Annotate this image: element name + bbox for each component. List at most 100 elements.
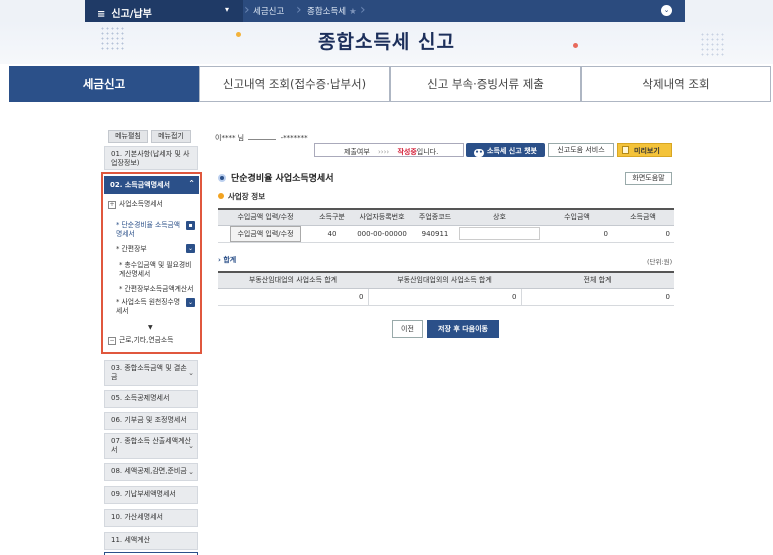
submit-status: 제출여부 ›››› 작성중입니다.	[314, 143, 464, 157]
revenue-cell: 0	[542, 225, 612, 243]
income-cell: 0	[612, 225, 674, 243]
chevron-down-icon[interactable]: ⌄	[188, 369, 194, 378]
breadcrumb-item-income-tax[interactable]: 종합소득세 ★	[307, 0, 357, 22]
top-nav-bar: ≡ 신고/납부 ▾ › 세금신고 › 종합소득세 ★ › ⌄	[0, 0, 773, 24]
tab-deleted-history[interactable]: 삭제내역 조회	[581, 66, 771, 102]
screen-help-button[interactable]: 화면도움말	[625, 172, 672, 185]
favorite-star-icon[interactable]: ★	[349, 7, 357, 17]
save-next-button[interactable]: 저장 후 다음이동	[427, 320, 499, 338]
status-label: 제출여부	[344, 148, 370, 156]
chevron-down-icon[interactable]: ⌄	[186, 244, 195, 253]
column-header: 사업자등록번호	[351, 209, 413, 226]
sidebar-item-prepaid-tax[interactable]: 09. 기납부세액명세서	[104, 486, 198, 504]
sidebar-item-donations[interactable]: 06. 기부금 및 조정명세서	[104, 412, 198, 430]
sidebar-item-tax-credits[interactable]: 08. 세액공제,감면,준비금 ⌄	[104, 463, 198, 481]
user-name: 이**** 님	[215, 134, 245, 142]
column-header: 전체 합계	[521, 272, 674, 289]
caret-down-icon[interactable]: ▾	[225, 5, 229, 14]
sidebar-item-penalty-tax[interactable]: 10. 가산세명세서	[104, 509, 198, 527]
income-type-cell: 40	[313, 225, 351, 243]
expand-toggle-icon[interactable]: +	[108, 201, 116, 209]
sidebar-sub-business-income[interactable]: 사업소득명세서	[119, 200, 163, 209]
breadcrumb-separator-icon: ›	[244, 2, 250, 18]
chat-bubble-icon: ••	[474, 149, 484, 157]
breadcrumb-label: 종합소득세	[307, 7, 347, 17]
page-header: 종합소득세 신고	[0, 22, 773, 64]
breadcrumb-item-tax-report[interactable]: 세금신고	[253, 0, 284, 22]
user-info: 이**** 님 -*******	[215, 133, 308, 143]
preview-button[interactable]: 미리보기	[617, 143, 672, 157]
sidebar-sub-revenue-expense[interactable]: * 총수입금액 및 필요경비 계산명세서	[119, 261, 199, 279]
column-header: 상호	[457, 209, 542, 226]
section-title: 단순경비율 사업소득명세서	[218, 171, 334, 184]
help-service-button[interactable]: 신고도움 서비스	[548, 143, 614, 157]
menu-title-button[interactable]: ≡ 신고/납부	[85, 0, 243, 22]
menu-title-text: 신고/납부	[111, 9, 152, 20]
column-header: 수입금액 입력/수정	[218, 209, 313, 226]
sidebar-sub-withholding[interactable]: * 사업소득 원천징수명세서	[116, 298, 186, 316]
industry-code-cell: 940911	[413, 225, 457, 243]
sidebar-item-income-statement[interactable]: 02. 소득금액명세서 ⌃	[104, 176, 199, 194]
sidebar-sub-simple-expense[interactable]: * 단순경비율 소득금액명세서	[116, 221, 186, 239]
chevron-down-icon[interactable]: ⌄	[186, 298, 195, 307]
table-row: 0 0 0	[218, 288, 674, 306]
subsection-title-text: 사업장 정보	[228, 192, 266, 201]
status-value: 작성중	[397, 148, 417, 156]
table-cell: 수입금액 입력/수정	[218, 225, 313, 243]
sidebar-sub-ledger-calc[interactable]: * 간편장부소득금액계산서	[119, 285, 199, 294]
sidebar-item-total-income[interactable]: 03. 종합소득금액 및 결손금 ⌄	[104, 360, 198, 386]
company-name-field[interactable]	[459, 227, 540, 240]
chevron-up-icon[interactable]: ⌃	[188, 179, 195, 188]
tab-attachments[interactable]: 신고 부속·증빙서류 제출	[390, 66, 581, 102]
total-cell: 0	[218, 288, 369, 306]
edit-icon[interactable]: ▪	[186, 221, 195, 230]
sidebar-item-label: 03. 종합소득금액 및 결손금	[111, 364, 187, 381]
hamburger-icon: ≡	[97, 9, 106, 20]
sidebar-item-tax-computation[interactable]: 07. 종합소득 산출세액계산서 ⌄	[104, 433, 198, 459]
column-header: 소득구분	[313, 209, 351, 226]
sidebar-sub-simple-ledger[interactable]: * 간편장부	[116, 245, 147, 254]
bullet-icon	[218, 174, 226, 182]
section-title-text: 단순경비율 사업소득명세서	[231, 174, 334, 184]
tab-report-history[interactable]: 신고내역 조회(접수증·납부서)	[199, 66, 390, 102]
tab-tax-report[interactable]: 세금신고	[9, 66, 199, 102]
previous-button[interactable]: 이전	[392, 320, 423, 338]
chevron-down-icon[interactable]: ⌄	[661, 5, 672, 16]
total-table: 부동산임대업의 사업소득 합계 부동산임대업외의 사업소득 합계 전체 합계 0…	[218, 271, 674, 306]
breadcrumb-separator-icon: ›	[360, 2, 366, 18]
edit-revenue-button[interactable]: 수입금액 입력/수정	[230, 225, 301, 242]
status-arrows: ››››	[378, 148, 392, 156]
total-cell: 0	[521, 288, 674, 306]
chevron-down-icon[interactable]: ⌄	[188, 468, 194, 477]
document-icon	[622, 146, 629, 154]
sidebar-sub-wage-income[interactable]: 근로,기타,연금소득	[119, 336, 173, 345]
bullet-icon	[218, 193, 224, 199]
column-header: 주업종코드	[413, 209, 457, 226]
subsection-title: 사업장 정보	[218, 191, 265, 202]
column-header: 부동산임대업외의 사업소득 합계	[368, 272, 521, 289]
table-row: 수입금액 입력/수정 40 000-00-00000 940911 0 0	[218, 225, 674, 243]
chatbot-button[interactable]: •• 소득세 신고 챗봇	[466, 143, 545, 157]
chevron-down-icon[interactable]: ⌄	[188, 442, 194, 451]
sidebar-item-label: 02. 소득금액명세서	[110, 181, 170, 189]
column-header: 소득금액	[612, 209, 674, 226]
main-tabs: 세금신고 신고내역 조회(접수증·납부서) 신고 부속·증빙서류 제출 삭제내역…	[9, 66, 772, 102]
expand-menu-button[interactable]: 메뉴펼침	[108, 130, 148, 143]
table-cell	[457, 225, 542, 243]
preview-label: 미리보기	[634, 147, 660, 155]
column-header: 부동산임대업의 사업소득 합계	[218, 272, 368, 289]
user-id-tail: -*******	[280, 134, 308, 142]
total-cell: 0	[368, 288, 522, 306]
sidebar-item-basic-info[interactable]: 01. 기본사항(납세자 및 사업장정보)	[104, 146, 198, 170]
column-header: 수입금액	[542, 209, 612, 226]
collapse-toggle-icon[interactable]: −	[108, 337, 116, 345]
sidebar-item-tax-calc[interactable]: 11. 세액계산	[104, 532, 198, 550]
collapse-menu-button[interactable]: 메뉴접기	[151, 130, 191, 143]
breadcrumb-separator-icon: ›	[296, 2, 302, 18]
masked-id-field	[248, 134, 277, 140]
sidebar-item-deductions[interactable]: 05. 소득공제명세서	[104, 390, 198, 408]
table-header-row: 부동산임대업의 사업소득 합계 부동산임대업외의 사업소득 합계 전체 합계	[218, 272, 674, 289]
caret-down-icon[interactable]: ▼	[148, 324, 153, 331]
sidebar-item-label: 08. 세액공제,감면,준비금	[111, 467, 187, 475]
sidebar-item-label: 07. 종합소득 산출세액계산서	[111, 437, 191, 454]
